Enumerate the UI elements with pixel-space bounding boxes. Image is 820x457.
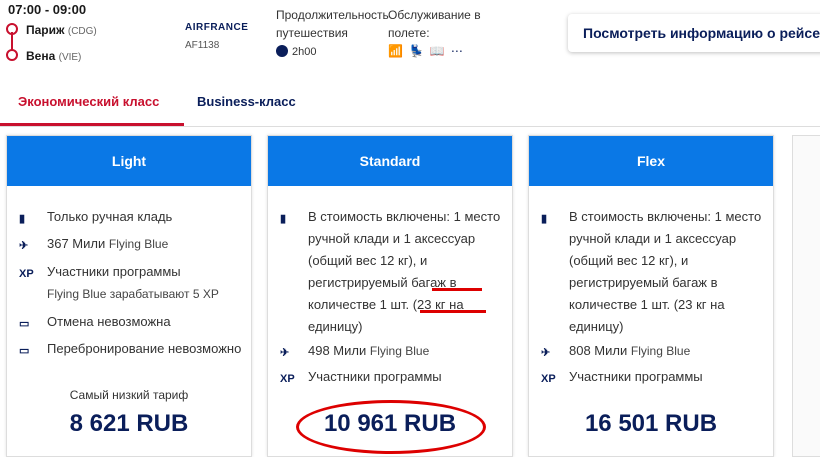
fare-title: Flex (529, 136, 773, 186)
destination-city: Вена (26, 49, 56, 63)
fare-title: Standard (268, 136, 512, 186)
fare-card-flex[interactable]: Flex ▮ В стоимость включены: 1 место ручн… (528, 135, 774, 457)
origin-city: Париж (26, 23, 65, 37)
miles-icon: ✈ (541, 347, 551, 359)
flight-info-button[interactable]: Посмотреть информацию о рейсе (568, 14, 820, 52)
tab-business[interactable]: Business-класс (197, 94, 296, 109)
fare-feature: XP Участники программы (280, 366, 504, 388)
duration: 2h00 (276, 45, 316, 58)
bag-icon: ▮ (19, 213, 26, 225)
more-icon: ⋯ (450, 44, 463, 58)
xp-icon: XP (280, 373, 295, 385)
price-note: Самый низкий тариф (69, 388, 189, 402)
fare-card-standard[interactable]: Standard ▮ В стоимость включены: 1 место … (267, 135, 513, 457)
flight-timeline: 07:00 - 09:00 Париж (CDG) Вена (VIE) (6, 2, 158, 64)
fare-price: 8 621 RUB (69, 410, 189, 437)
service-label: Обслуживание в полете: (388, 8, 481, 40)
fare-feature: ▮ В стоимость включены: 1 место ручной кл… (541, 209, 762, 334)
airline-logo: AIRFRANCE (185, 22, 249, 33)
destination: Вена (VIE) (26, 49, 81, 63)
entertainment-icon: 📶 (388, 44, 403, 58)
fare-feature: ▮ Только ручная кладь (19, 206, 243, 228)
annotation-underline (432, 288, 482, 291)
xp-icon: XP (541, 373, 556, 385)
rebook-icon: ▭ (19, 345, 30, 357)
annotation-ellipse (296, 400, 486, 454)
annotation-underline (420, 310, 486, 313)
destination-code: (VIE) (58, 52, 82, 63)
cabin-tabs: Экономический класс Business-класс (0, 84, 820, 127)
fare-feature: ✈ 367 Мили Flying Blue (19, 233, 243, 255)
destination-dot-icon (6, 49, 18, 61)
duration-value: 2h00 (292, 46, 317, 58)
fare-feature: ✈ 808 Мили Flying Blue (541, 340, 765, 362)
tab-economy[interactable]: Экономический класс (18, 94, 159, 109)
seat-icon: 💺 (408, 44, 424, 58)
duration-label: Продолжительность путешествия (276, 8, 389, 40)
origin: Париж (CDG) (26, 23, 97, 37)
ticket-icon: ▭ (19, 318, 30, 330)
miles-icon: ✈ (19, 240, 29, 252)
active-tab-indicator (0, 123, 184, 126)
flight-times: 07:00 - 09:00 (8, 2, 87, 17)
fare-card-light[interactable]: Light ▮ Только ручная кладь ✈ 367 Мили Fly… (6, 135, 252, 457)
fare-feature: XP Участники программы (541, 366, 765, 388)
fare-feature: ▭ Отмена невозможна (19, 311, 243, 333)
fare-feature: XP Участники программы Flying Blue зарабат… (19, 264, 219, 301)
reading-icon: 📖 (429, 44, 445, 58)
fare-feature: ▮ В стоимость включены: 1 место ручной кл… (280, 209, 501, 334)
miles-icon: ✈ (280, 347, 290, 359)
fare-feature: ✈ 498 Мили Flying Blue (280, 340, 504, 362)
bag-icon: ▮ (541, 213, 548, 225)
origin-code: (CDG) (67, 26, 97, 37)
xp-icon: XP (19, 268, 34, 280)
bag-icon: ▮ (280, 213, 287, 225)
fare-title: Light (7, 136, 251, 186)
clock-icon (276, 45, 288, 57)
fare-card-partial (792, 135, 820, 457)
flight-number: AF1138 (185, 40, 220, 51)
service-icons: 📶 💺 📖 ⋯ (388, 44, 469, 58)
fare-price: 16 501 RUB (584, 410, 718, 437)
fare-feature: ▭ Перебронирование невозможно (19, 338, 243, 360)
